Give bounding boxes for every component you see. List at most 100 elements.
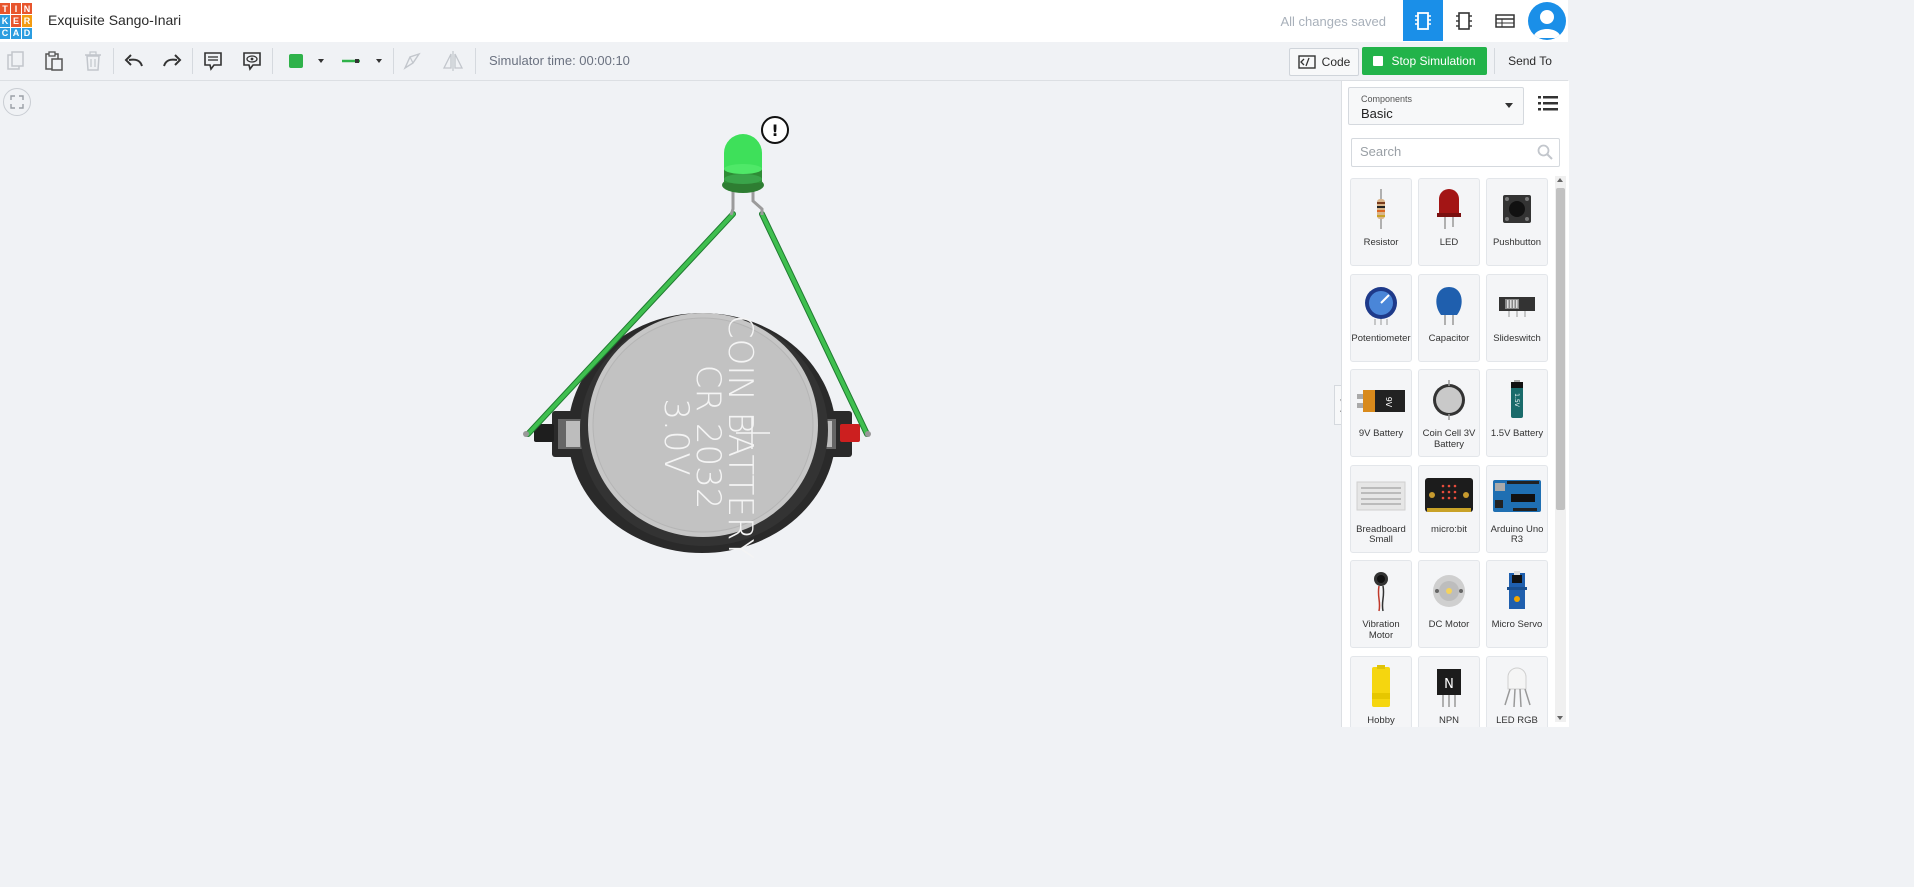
coin-cell-battery[interactable]: COIN BATTERY CR 2032 3.0V bbox=[534, 313, 860, 559]
rotate-icon bbox=[403, 52, 421, 70]
components-dropdown[interactable]: Components Basic bbox=[1348, 87, 1524, 125]
components-value: Basic bbox=[1361, 106, 1393, 121]
logo-letter: D bbox=[22, 27, 32, 39]
component-tile[interactable]: Resistor bbox=[1350, 178, 1412, 266]
component-tile-label: Resistor bbox=[1363, 237, 1399, 248]
component-tile[interactable]: Breadboard Small bbox=[1350, 464, 1412, 553]
design-title[interactable]: Exquisite Sango-Inari bbox=[48, 12, 181, 28]
component-tile[interactable]: Capacitor bbox=[1418, 273, 1480, 362]
code-button[interactable]: Code bbox=[1289, 48, 1359, 76]
aa-battery-icon: 1.5V bbox=[1487, 376, 1547, 424]
panel-scrollbar[interactable] bbox=[1555, 176, 1566, 722]
component-tile[interactable]: micro:bit bbox=[1418, 464, 1480, 553]
component-tile[interactable]: 9V 9V Battery bbox=[1350, 369, 1412, 457]
component-tile[interactable]: Micro Servo bbox=[1486, 560, 1548, 648]
microbit-icon bbox=[1419, 472, 1479, 520]
redo-button[interactable] bbox=[158, 48, 186, 74]
svg-text:9V: 9V bbox=[1384, 397, 1393, 408]
component-tile-label: micro:bit bbox=[1431, 523, 1467, 535]
component-tile-label: Potentiometer bbox=[1351, 332, 1411, 344]
delete-button[interactable] bbox=[79, 48, 107, 74]
color-swatch-icon bbox=[289, 54, 324, 68]
component-tile[interactable]: DC Motor bbox=[1418, 560, 1480, 648]
vibration-motor-icon bbox=[1351, 567, 1411, 615]
wire-type-dropdown[interactable] bbox=[334, 48, 388, 74]
search-box[interactable] bbox=[1351, 138, 1560, 167]
stop-simulation-button[interactable]: Stop Simulation bbox=[1362, 47, 1487, 75]
svg-text:1.5V: 1.5V bbox=[1513, 393, 1520, 408]
component-tile[interactable]: 1.5V 1.5V Battery bbox=[1486, 369, 1548, 457]
component-tile-label: Pushbutton bbox=[1492, 237, 1542, 248]
component-tile[interactable]: LED bbox=[1418, 178, 1480, 266]
tinkercad-logo[interactable]: TINKERCAD bbox=[0, 3, 32, 39]
component-list-button[interactable] bbox=[1485, 0, 1525, 41]
breadboard-icon bbox=[1351, 472, 1411, 520]
note-visibility-icon bbox=[243, 52, 261, 71]
user-avatar[interactable] bbox=[1528, 2, 1566, 40]
list-view-button[interactable] bbox=[1538, 95, 1560, 113]
components-label: Components bbox=[1361, 94, 1413, 104]
search-input[interactable] bbox=[1352, 139, 1538, 164]
component-tile[interactable]: Slideswitch bbox=[1486, 273, 1548, 362]
workplane-canvas[interactable]: COIN BATTERY CR 2032 3.0V ! bbox=[0, 81, 1340, 727]
arduino-icon bbox=[1487, 472, 1547, 520]
circuit-view-button[interactable] bbox=[1403, 0, 1443, 41]
coin-cell-icon bbox=[1419, 376, 1479, 424]
warning-icon[interactable]: ! bbox=[761, 116, 789, 144]
component-tile[interactable]: Coin Cell 3V Battery bbox=[1418, 369, 1480, 457]
flip-button[interactable] bbox=[439, 48, 467, 74]
component-tile[interactable]: Hobby bbox=[1350, 655, 1412, 727]
divider bbox=[192, 48, 193, 74]
scrollbar-thumb[interactable] bbox=[1556, 188, 1565, 510]
component-tile-label: LED bbox=[1439, 237, 1459, 248]
copy-icon bbox=[7, 51, 24, 70]
divider bbox=[393, 48, 394, 74]
component-grid: Resistor LED Pushbutton Potentiometer Capaci… bbox=[1350, 178, 1553, 727]
component-list-icon bbox=[1495, 13, 1515, 28]
potentiometer-icon bbox=[1351, 281, 1411, 329]
led-component[interactable] bbox=[722, 134, 764, 216]
simulator-time: Simulator time: 00:00:10 bbox=[489, 53, 630, 68]
component-tile[interactable]: Potentiometer bbox=[1350, 273, 1412, 362]
component-tile-label: NPN bbox=[1438, 714, 1460, 726]
scroll-up-icon[interactable] bbox=[1557, 178, 1563, 182]
component-tile[interactable]: Pushbutton bbox=[1486, 178, 1548, 266]
9v-battery-icon: 9V bbox=[1351, 376, 1411, 424]
rotate-button[interactable] bbox=[398, 48, 426, 74]
component-tile-label: Hobby bbox=[1367, 714, 1395, 726]
component-tile-label: Coin Cell 3V Battery bbox=[1422, 428, 1476, 450]
npn-transistor-icon: N bbox=[1419, 663, 1479, 711]
list-icon bbox=[1538, 96, 1558, 111]
capacitor-icon bbox=[1419, 281, 1479, 329]
paste-button[interactable] bbox=[40, 48, 68, 74]
hobby-gearmotor-icon bbox=[1351, 663, 1411, 711]
component-tile[interactable]: Vibration Motor bbox=[1350, 560, 1412, 648]
avatar-icon bbox=[1533, 10, 1561, 38]
schematic-view-icon bbox=[1456, 11, 1472, 30]
redo-icon bbox=[163, 54, 182, 67]
scroll-down-icon[interactable] bbox=[1557, 716, 1563, 720]
component-tile-label: Arduino Uno R3 bbox=[1490, 523, 1544, 545]
component-tile[interactable]: Arduino Uno R3 bbox=[1486, 464, 1548, 553]
toggle-notes-button[interactable] bbox=[238, 48, 266, 74]
component-tile-label: Breadboard Small bbox=[1356, 523, 1406, 545]
wire-color-dropdown[interactable] bbox=[279, 48, 327, 74]
component-tile[interactable]: N NPN bbox=[1418, 655, 1480, 727]
logo-letter: E bbox=[11, 15, 21, 27]
paste-icon bbox=[45, 51, 63, 71]
stop-simulation-label: Stop Simulation bbox=[1391, 54, 1476, 68]
component-tile-label: DC Motor bbox=[1428, 619, 1470, 630]
send-to-button[interactable]: Send To bbox=[1494, 48, 1565, 74]
micro-servo-icon bbox=[1487, 567, 1547, 615]
undo-button[interactable] bbox=[120, 48, 148, 74]
trash-icon bbox=[85, 51, 101, 71]
component-tile[interactable]: LED RGB bbox=[1486, 655, 1548, 727]
wire-type-icon bbox=[342, 59, 382, 63]
notes-button[interactable] bbox=[199, 48, 227, 74]
copy-button[interactable] bbox=[2, 48, 30, 74]
component-tile-label: LED RGB bbox=[1496, 714, 1538, 726]
logo-letter: T bbox=[0, 3, 10, 15]
schematic-view-button[interactable] bbox=[1444, 0, 1484, 41]
top-bar: TINKERCAD Exquisite Sango-Inari All chan… bbox=[0, 0, 1568, 43]
search-icon bbox=[1537, 144, 1553, 160]
